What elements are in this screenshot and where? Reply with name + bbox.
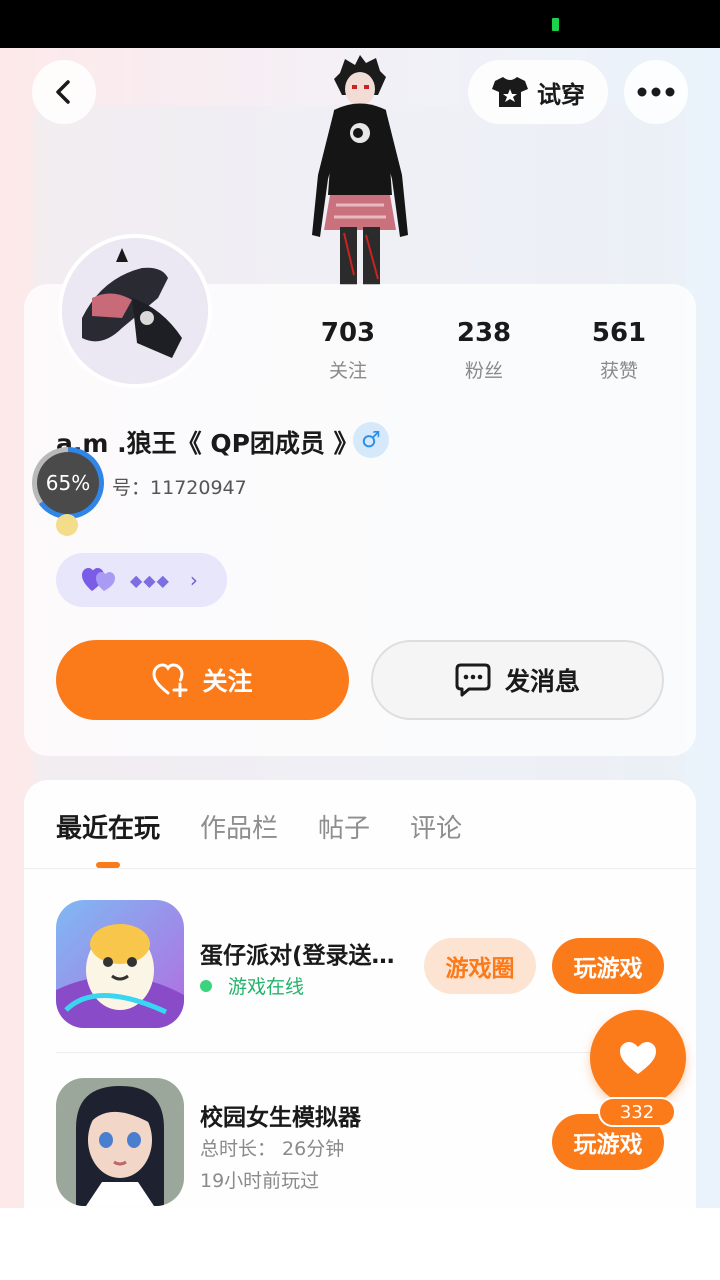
level-progress-text: 65%: [37, 452, 99, 514]
tab-recently-played[interactable]: 最近在玩: [56, 808, 160, 845]
avatar-image: [62, 238, 208, 384]
chevron-right-icon: ›: [189, 568, 198, 592]
try-on-label: 试穿: [537, 80, 585, 109]
heart-plus-icon: [152, 663, 188, 697]
back-arrow-icon: [56, 80, 70, 104]
stat-value: 703: [320, 318, 376, 348]
uid-value: 11720947: [150, 477, 247, 499]
level-progress-ring[interactable]: 65%: [32, 447, 104, 519]
eggy-party-icon: [56, 900, 184, 1028]
tab-divider: [24, 868, 696, 869]
stat-value: 561: [591, 318, 647, 348]
send-message-label: 发消息: [504, 667, 580, 696]
character-avatar-figure: [312, 55, 408, 285]
online-status: 游戏在线: [200, 972, 304, 999]
game-icon-school-girl-sim[interactable]: [56, 1078, 184, 1206]
follow-label: 关注: [202, 667, 253, 696]
game-circle-button[interactable]: 游戏圈: [424, 938, 536, 994]
more-options-button[interactable]: [624, 60, 688, 124]
play-game-button[interactable]: 玩游戏: [552, 938, 664, 994]
send-message-button[interactable]: 发消息: [371, 640, 664, 720]
tab-comments[interactable]: 评论: [410, 808, 462, 845]
badge-dots: ◆◆◆: [130, 570, 170, 590]
online-dot-icon: [200, 979, 212, 992]
stat-label: 关注: [328, 360, 367, 382]
last-played: 19小时前玩过: [200, 1170, 320, 1192]
back-button[interactable]: [32, 60, 96, 124]
stat-label: 获赞: [599, 360, 638, 382]
online-label: 游戏在线: [228, 976, 305, 998]
smile-emoji-icon: [56, 514, 78, 536]
stat-followers[interactable]: 238 粉丝: [434, 318, 534, 383]
tshirt-icon: [492, 77, 528, 107]
stat-value: 238: [456, 318, 512, 348]
stat-following[interactable]: 703 关注: [298, 318, 398, 383]
row-divider: [56, 1052, 664, 1053]
try-on-button[interactable]: 试穿: [468, 60, 608, 124]
tab-works[interactable]: 作品栏: [200, 808, 278, 845]
badge-pill[interactable]: ◆◆◆ ›: [56, 553, 227, 607]
status-indicator: [552, 18, 559, 31]
school-girl-sim-icon: [56, 1078, 184, 1206]
heart-icon: [620, 1042, 656, 1074]
game-title[interactable]: 校园女生模拟器: [200, 1098, 361, 1132]
stat-likes[interactable]: 561 获赞: [569, 318, 669, 383]
more-dots-icon: [637, 87, 675, 97]
stat-label: 粉丝: [464, 360, 503, 382]
double-heart-icon: [82, 568, 115, 591]
username: a.m .狼王《 QP团成员 》: [56, 429, 359, 458]
chat-bubble-icon: [455, 663, 491, 697]
male-gender-icon: ♂: [353, 422, 389, 458]
tab-posts[interactable]: 帖子: [318, 808, 370, 845]
game-title[interactable]: 蛋仔派对(登录送…: [200, 936, 395, 970]
avatar[interactable]: [58, 234, 212, 388]
uid-label: 号：: [112, 477, 151, 499]
user-id: 号：11720947: [112, 473, 247, 500]
like-count-badge: 332: [598, 1097, 676, 1127]
bottom-area: [0, 1208, 720, 1280]
play-duration: 总时长： 26分钟: [200, 1138, 345, 1160]
like-fab-button[interactable]: [590, 1010, 686, 1106]
follow-button[interactable]: 关注: [56, 640, 349, 720]
status-bar: [0, 0, 720, 48]
game-icon-eggy-party[interactable]: [56, 900, 184, 1028]
